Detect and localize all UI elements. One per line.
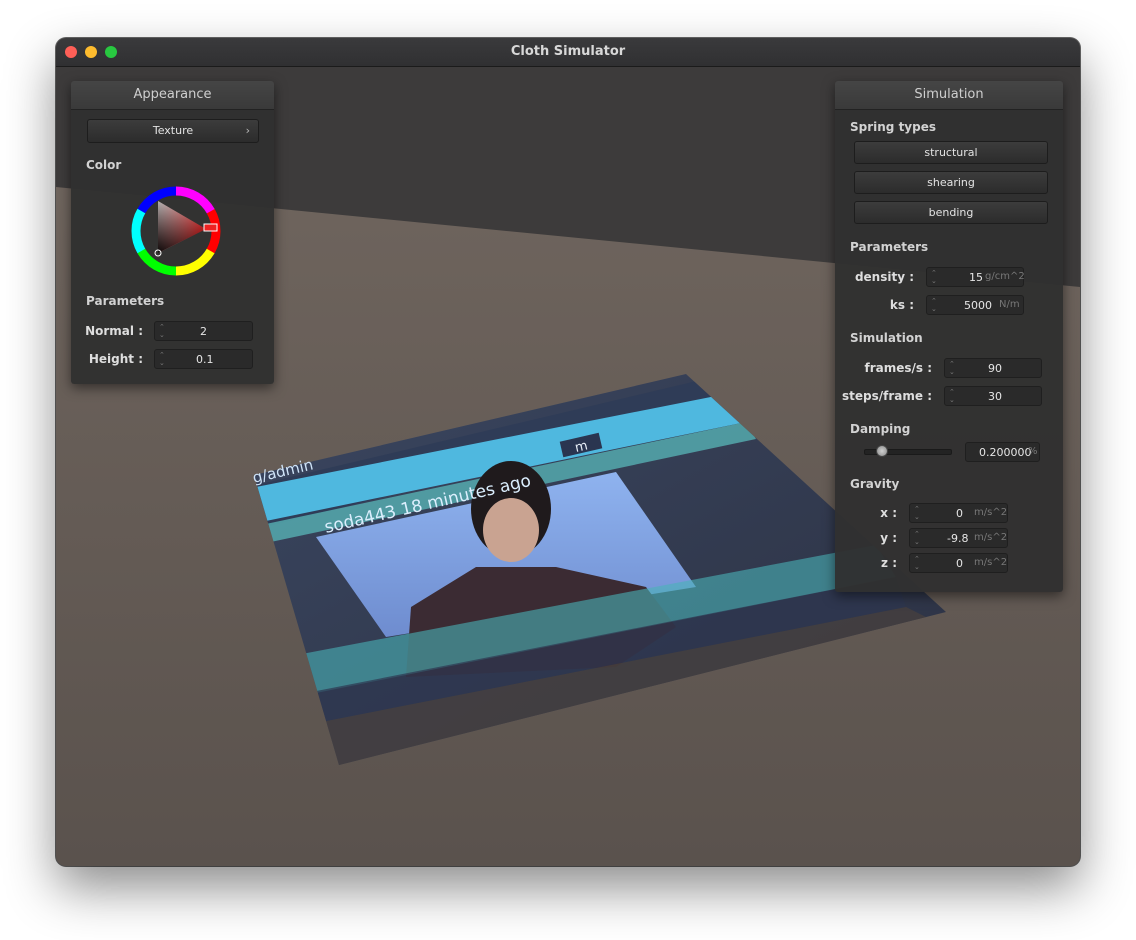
damping-field[interactable]: 0.200000 % <box>965 442 1040 462</box>
damping-slider-knob[interactable] <box>876 445 889 457</box>
ks-label: ks : <box>889 298 914 312</box>
appearance-parameters-label: Parameters <box>86 294 165 308</box>
spring-types-label: Spring types <box>850 120 937 134</box>
stepper-icon[interactable]: ⌃ ⌄ <box>931 297 939 313</box>
simulation-header: Simulation <box>835 81 1063 110</box>
structural-button[interactable]: structural <box>854 141 1048 164</box>
normal-field[interactable]: ⌃ ⌄ 2 <box>154 321 253 341</box>
stepper-icon[interactable]: ⌃ ⌄ <box>159 323 167 339</box>
appearance-panel: Appearance Texture › Color Parameters No… <box>71 81 274 384</box>
bending-button[interactable]: bending <box>854 201 1048 224</box>
stepper-icon[interactable]: ⌃ ⌄ <box>949 360 957 376</box>
texture-button-label: Texture <box>152 124 194 137</box>
stepper-icon[interactable]: ⌃ ⌄ <box>159 351 167 367</box>
fps-field[interactable]: ⌃ ⌄ 90 <box>944 358 1042 378</box>
steps-label: steps/frame : <box>842 389 932 403</box>
gravity-x-field[interactable]: ⌃ ⌄ 0 m/s^2 <box>909 503 1008 523</box>
gravity-z-field[interactable]: ⌃ ⌄ 0 m/s^2 <box>909 553 1008 573</box>
density-field[interactable]: ⌃ ⌄ 15 g/cm^2 <box>926 267 1025 287</box>
stepper-icon[interactable]: ⌃ ⌄ <box>914 530 922 546</box>
density-label: density : <box>854 270 914 284</box>
normal-label: Normal : <box>85 324 143 338</box>
gravity-x-label: x : <box>880 506 897 520</box>
simulation-panel: Simulation Spring types structural shear… <box>835 81 1063 592</box>
stepper-icon[interactable]: ⌃ ⌄ <box>914 505 922 521</box>
texture-button[interactable]: Texture › <box>87 119 259 143</box>
gravity-y-field[interactable]: ⌃ ⌄ -9.8 m/s^2 <box>909 528 1008 548</box>
color-label: Color <box>86 158 122 172</box>
stepper-icon[interactable]: ⌃ ⌄ <box>914 555 922 571</box>
3d-viewport[interactable]: g/admin soda443 18 minutes ago m Appeara… <box>56 67 1080 866</box>
gravity-z-label: z : <box>881 556 897 570</box>
stepper-icon[interactable]: ⌃ ⌄ <box>931 269 939 285</box>
shearing-button[interactable]: shearing <box>854 171 1048 194</box>
title-bar: Cloth Simulator <box>56 38 1080 67</box>
gravity-label: Gravity <box>850 477 900 491</box>
sim-parameters-label: Parameters <box>850 240 929 254</box>
height-field[interactable]: ⌃ ⌄ 0.1 <box>154 349 253 369</box>
color-wheel[interactable] <box>126 181 226 281</box>
gravity-y-label: y : <box>880 531 897 545</box>
height-label: Height : <box>88 352 143 366</box>
window-title: Cloth Simulator <box>510 44 626 59</box>
steps-field[interactable]: ⌃ ⌄ 30 <box>944 386 1042 406</box>
damping-label: Damping <box>850 422 911 436</box>
stepper-icon[interactable]: ⌃ ⌄ <box>949 388 957 404</box>
appearance-header: Appearance <box>71 81 274 110</box>
chevron-right-icon: › <box>245 124 250 137</box>
app-window: Cloth Simulator g/admin soda443 18 minut… <box>56 38 1080 866</box>
fps-label: frames/s : <box>864 361 932 375</box>
ks-field[interactable]: ⌃ ⌄ 5000 N/m <box>926 295 1024 315</box>
simulation-section-label: Simulation <box>850 331 923 345</box>
